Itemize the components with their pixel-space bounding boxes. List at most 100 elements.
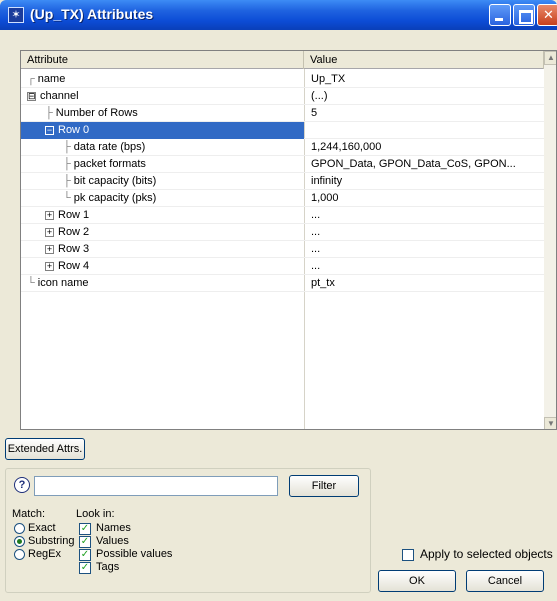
collapse-icon[interactable]: ⊟ [27,91,36,101]
title-bar[interactable]: ✶ (Up_TX) Attributes [0,0,557,30]
look-in-label[interactable]: Possible values [96,548,172,560]
scroll-down-arrow-icon[interactable]: ▼ [544,417,556,429]
attribute-cell[interactable]: + Row 2 [21,224,304,241]
help-icon[interactable]: ? [14,477,30,493]
value-cell[interactable]: ... [311,258,544,275]
attribute-cell[interactable]: └ icon name [21,275,304,292]
vertical-scrollbar[interactable]: ▲ ▼ [544,51,556,429]
attribute-label: bit capacity (bits) [73,175,157,187]
look-in-label[interactable]: Names [96,522,131,534]
column-header-attribute[interactable]: Attribute [21,51,304,69]
apply-to-selected-checkbox[interactable] [402,549,414,561]
attribute-cell[interactable]: + Row 1 [21,207,304,224]
value-cell[interactable]: Up_TX [311,71,544,88]
value-cell[interactable]: ... [311,207,544,224]
attributes-grid[interactable]: Attribute Value ?┌nameUp_TX?⊟channel(...… [20,50,557,430]
help-gutter [0,50,20,430]
attribute-cell[interactable]: + Row 4 [21,258,304,275]
column-header-value[interactable]: Value [304,51,544,69]
table-row[interactable]: ?⊟channel(...) [21,88,544,105]
value-cell[interactable]: 1,000 [311,190,544,207]
value-cell[interactable] [311,122,544,139]
attribute-cell[interactable]: ┌ name [21,71,304,88]
window-title: (Up_TX) Attributes [30,6,154,22]
expand-icon[interactable]: + [45,210,54,220]
table-row[interactable]: ?└icon namept_tx [21,275,544,292]
expand-icon[interactable]: + [45,261,54,271]
extended-attrs-button[interactable]: Extended Attrs. [5,438,85,460]
attribute-label: Row 4 [58,260,90,272]
maximize-button[interactable] [513,4,535,26]
attribute-label: data rate (bps) [73,141,146,153]
filter-group: ? Filter Match: Look in: Exact Substring R… [5,468,371,593]
ok-button[interactable]: OK [378,570,456,592]
grid-header: Attribute Value [21,51,556,69]
collapse-icon[interactable]: − [45,125,54,135]
attribute-label: channel [40,90,79,102]
scroll-up-arrow-icon[interactable]: ▲ [544,51,556,65]
table-row[interactable]: ?├bit capacity (bits)infinity [21,173,544,190]
cancel-button[interactable]: Cancel [466,570,544,592]
table-row[interactable]: ?└pk capacity (pks)1,000 [21,190,544,207]
tree-connector: ├ [45,107,53,119]
value-cell[interactable]: ... [311,241,544,258]
value-cell[interactable]: pt_tx [311,275,544,292]
value-cell[interactable]: infinity [311,173,544,190]
attribute-cell[interactable]: ├ bit capacity (bits) [21,173,304,190]
value-cell[interactable]: GPON_Data, GPON_Data_CoS, GPON... [311,156,544,173]
filter-input[interactable] [34,476,278,496]
attribute-label: Row 2 [58,226,90,238]
value-cell[interactable]: ... [311,224,544,241]
expand-icon[interactable]: + [45,244,54,254]
tree-connector: └ [63,192,71,204]
attribute-cell[interactable]: ⊟ channel [21,88,304,105]
minimize-button[interactable] [489,4,511,26]
value-cell[interactable]: 5 [311,105,544,122]
attribute-label: Row 0 [58,124,90,136]
look-in-label: Look in: [76,508,115,520]
table-row[interactable]: ?├packet formatsGPON_Data, GPON_Data_CoS… [21,156,544,173]
look-in-label[interactable]: Tags [96,561,119,573]
match-radio-exact[interactable] [14,523,25,534]
look-in-checkbox-possible-values[interactable]: ✓ [79,549,91,561]
attribute-cell[interactable]: ├ packet formats [21,156,304,173]
table-row[interactable]: + Row 3... [21,241,544,258]
match-radio-label[interactable]: Substring [28,535,74,547]
attribute-cell[interactable]: ├ data rate (bps) [21,139,304,156]
look-in-checkbox-tags[interactable]: ✓ [79,562,91,574]
match-label: Match: [12,508,46,520]
look-in-label[interactable]: Values [96,535,129,547]
table-row[interactable]: + Row 2... [21,224,544,241]
close-button[interactable] [537,4,557,26]
table-row[interactable]: ?┌nameUp_TX [21,71,544,88]
table-row[interactable]: ?├Number of Rows5 [21,105,544,122]
attribute-label: icon name [37,277,89,289]
attribute-cell[interactable]: + Row 3 [21,241,304,258]
value-cell[interactable]: (...) [311,88,544,105]
attribute-cell[interactable]: ├ Number of Rows [21,105,304,122]
attribute-label: Row 1 [58,209,90,221]
attribute-cell[interactable]: └ pk capacity (pks) [21,190,304,207]
app-icon: ✶ [8,7,24,23]
apply-to-selected-label[interactable]: Apply to selected objects [420,547,553,561]
match-radio-substring[interactable] [14,536,25,547]
filter-button[interactable]: Filter [289,475,359,497]
table-row[interactable]: + Row 4... [21,258,544,275]
attribute-label: pk capacity (pks) [73,192,157,204]
look-in-checkbox-values[interactable]: ✓ [79,536,91,548]
tree-connector: ├ [63,141,71,153]
match-radio-label[interactable]: RegEx [28,548,61,560]
match-radio-regex[interactable] [14,549,25,560]
table-row[interactable]: + Row 1... [21,207,544,224]
table-row[interactable]: − Row 0 [21,122,544,139]
value-cell[interactable]: 1,244,160,000 [311,139,544,156]
tree-connector: ┌ [27,73,35,85]
tree-connector: ├ [63,175,71,187]
attribute-label: name [37,73,66,85]
table-row[interactable]: ?├data rate (bps)1,244,160,000 [21,139,544,156]
attribute-cell[interactable]: − Row 0 [21,122,304,139]
attribute-label: packet formats [73,158,146,170]
look-in-checkbox-names[interactable]: ✓ [79,523,91,535]
expand-icon[interactable]: + [45,227,54,237]
match-radio-label[interactable]: Exact [28,522,56,534]
